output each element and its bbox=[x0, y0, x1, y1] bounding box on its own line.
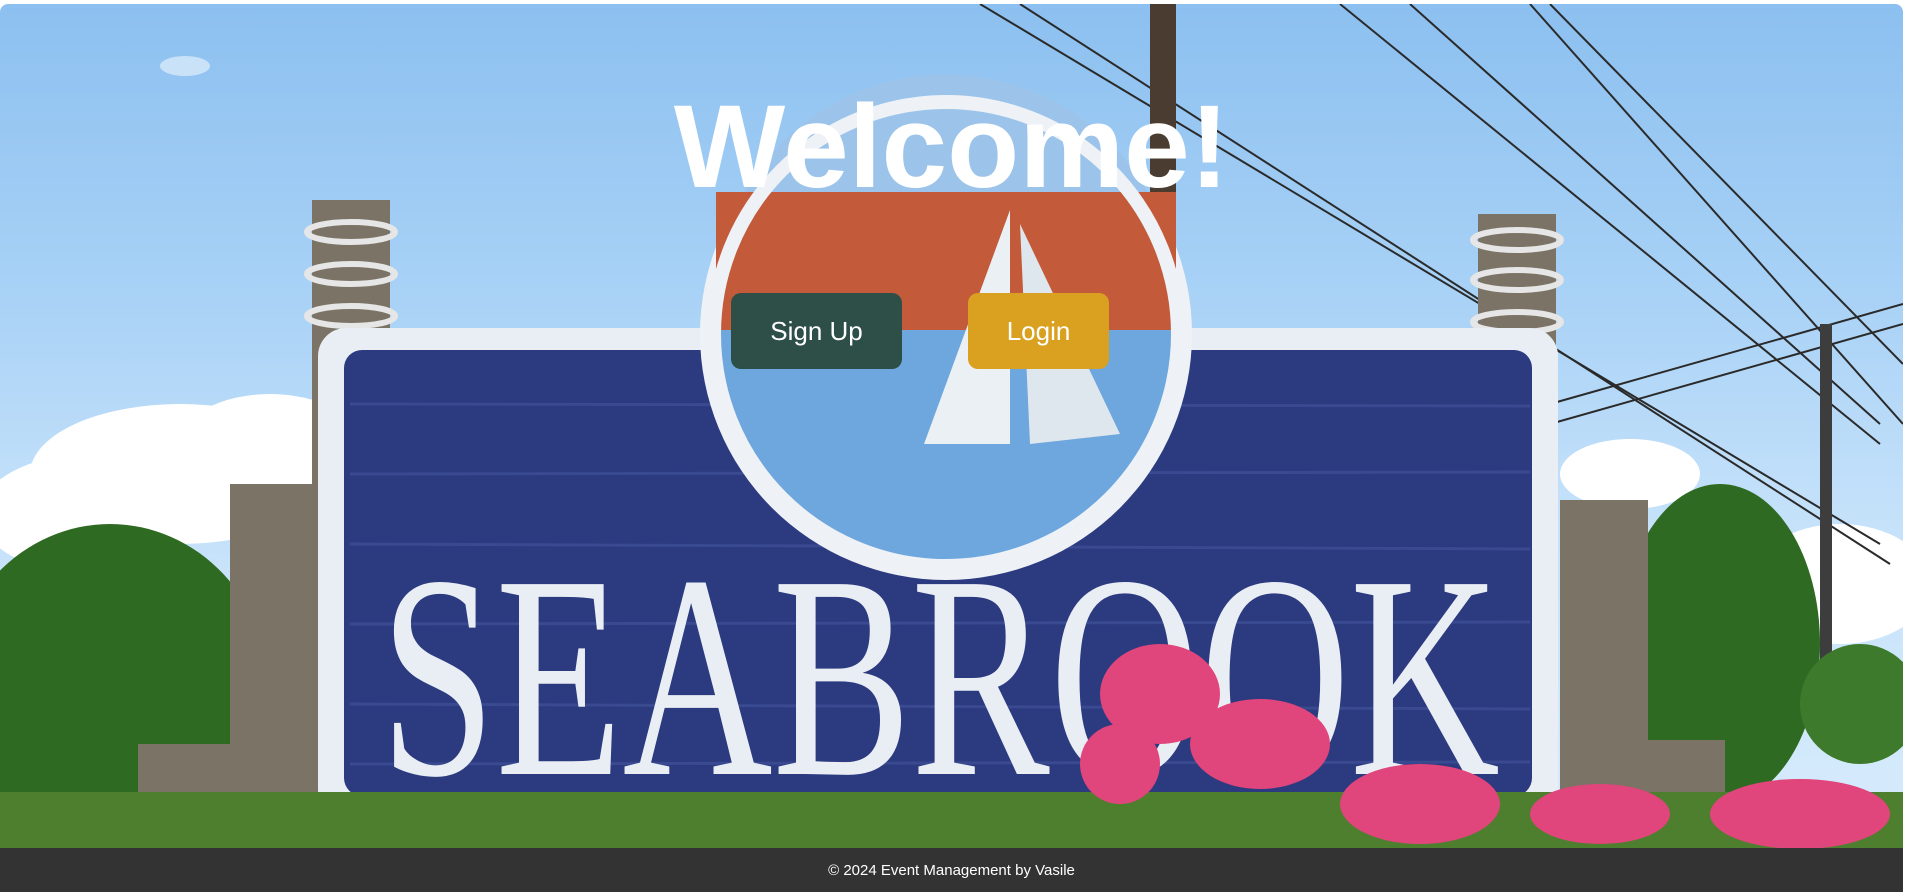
hero-section: SEABROOK Welcome! Sign Up Login bbox=[0, 4, 1903, 848]
login-button[interactable]: Login bbox=[968, 293, 1109, 369]
welcome-heading: Welcome! bbox=[673, 81, 1230, 213]
sign-up-button[interactable]: Sign Up bbox=[731, 293, 902, 369]
footer-copyright: © 2024 Event Management by Vasile bbox=[828, 861, 1075, 879]
sign-lettering: SEABROOK bbox=[380, 516, 1500, 837]
footer: © 2024 Event Management by Vasile bbox=[0, 848, 1903, 892]
